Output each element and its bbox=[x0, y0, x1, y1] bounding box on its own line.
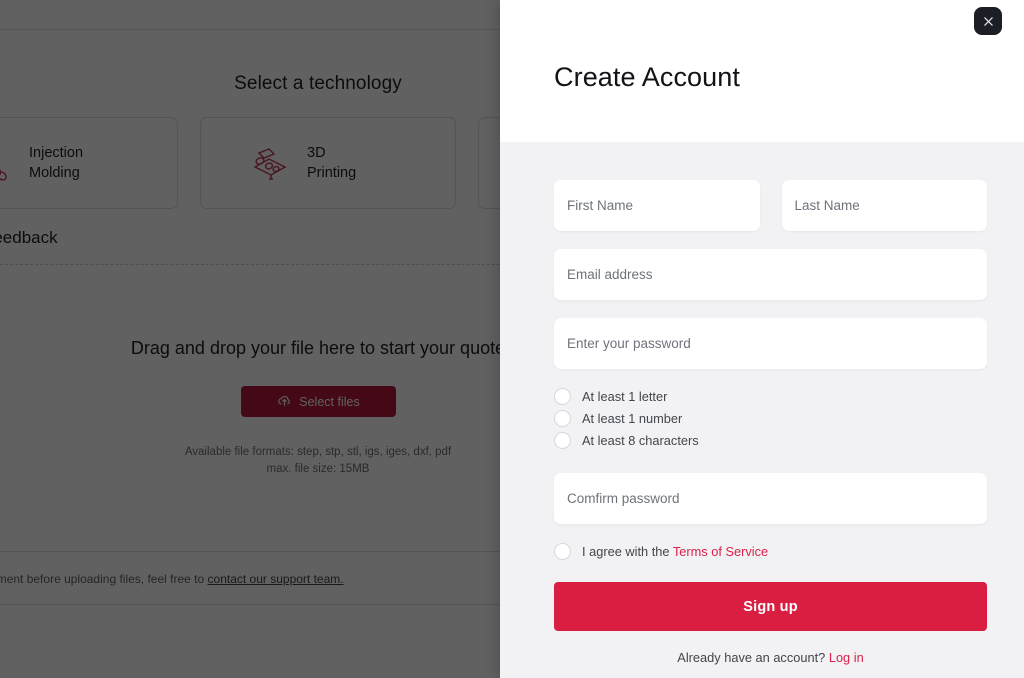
requirement-label: At least 1 number bbox=[582, 410, 683, 426]
panel-header: Create Account bbox=[500, 0, 1024, 142]
password-requirement-item: At least 1 number bbox=[554, 407, 987, 429]
last-name-input[interactable] bbox=[781, 180, 987, 231]
email-input[interactable] bbox=[554, 249, 987, 300]
requirement-check-circle-icon bbox=[554, 387, 571, 405]
app-root: Select a technology Injection bbox=[0, 0, 1024, 678]
terms-of-service-link[interactable]: Terms of Service bbox=[673, 544, 768, 559]
requirement-check-circle-icon bbox=[554, 431, 571, 449]
terms-prefix: I agree with the bbox=[582, 544, 670, 559]
create-account-panel: Create Account At least 1 l bbox=[500, 0, 1024, 678]
password-input[interactable] bbox=[554, 318, 987, 369]
name-field-row bbox=[554, 180, 987, 231]
terms-agreement-row: I agree with the Terms of Service bbox=[554, 543, 987, 560]
password-requirement-item: At least 8 characters bbox=[554, 429, 987, 451]
password-requirements-list: At least 1 letter At least 1 number At l… bbox=[554, 385, 987, 451]
first-name-input[interactable] bbox=[554, 180, 760, 231]
confirm-password-input[interactable] bbox=[554, 473, 987, 524]
close-icon[interactable] bbox=[974, 7, 1002, 35]
login-prompt-text: Already have an account? bbox=[677, 650, 826, 665]
requirement-check-circle-icon bbox=[554, 409, 571, 427]
signup-form: At least 1 letter At least 1 number At l… bbox=[500, 142, 1024, 678]
terms-checkbox[interactable] bbox=[554, 543, 571, 560]
requirement-label: At least 1 letter bbox=[582, 388, 668, 404]
log-in-link[interactable]: Log in bbox=[829, 650, 864, 665]
sign-up-button[interactable]: Sign up bbox=[554, 582, 987, 631]
requirement-label: At least 8 characters bbox=[582, 432, 699, 448]
login-prompt-row: Already have an account? Log in bbox=[554, 650, 987, 665]
confirm-password-field-row bbox=[554, 473, 987, 524]
password-field-row bbox=[554, 318, 987, 369]
email-field-row bbox=[554, 249, 987, 300]
terms-text: I agree with the Terms of Service bbox=[582, 544, 768, 559]
password-requirement-item: At least 1 letter bbox=[554, 385, 987, 407]
panel-title: Create Account bbox=[554, 62, 741, 92]
